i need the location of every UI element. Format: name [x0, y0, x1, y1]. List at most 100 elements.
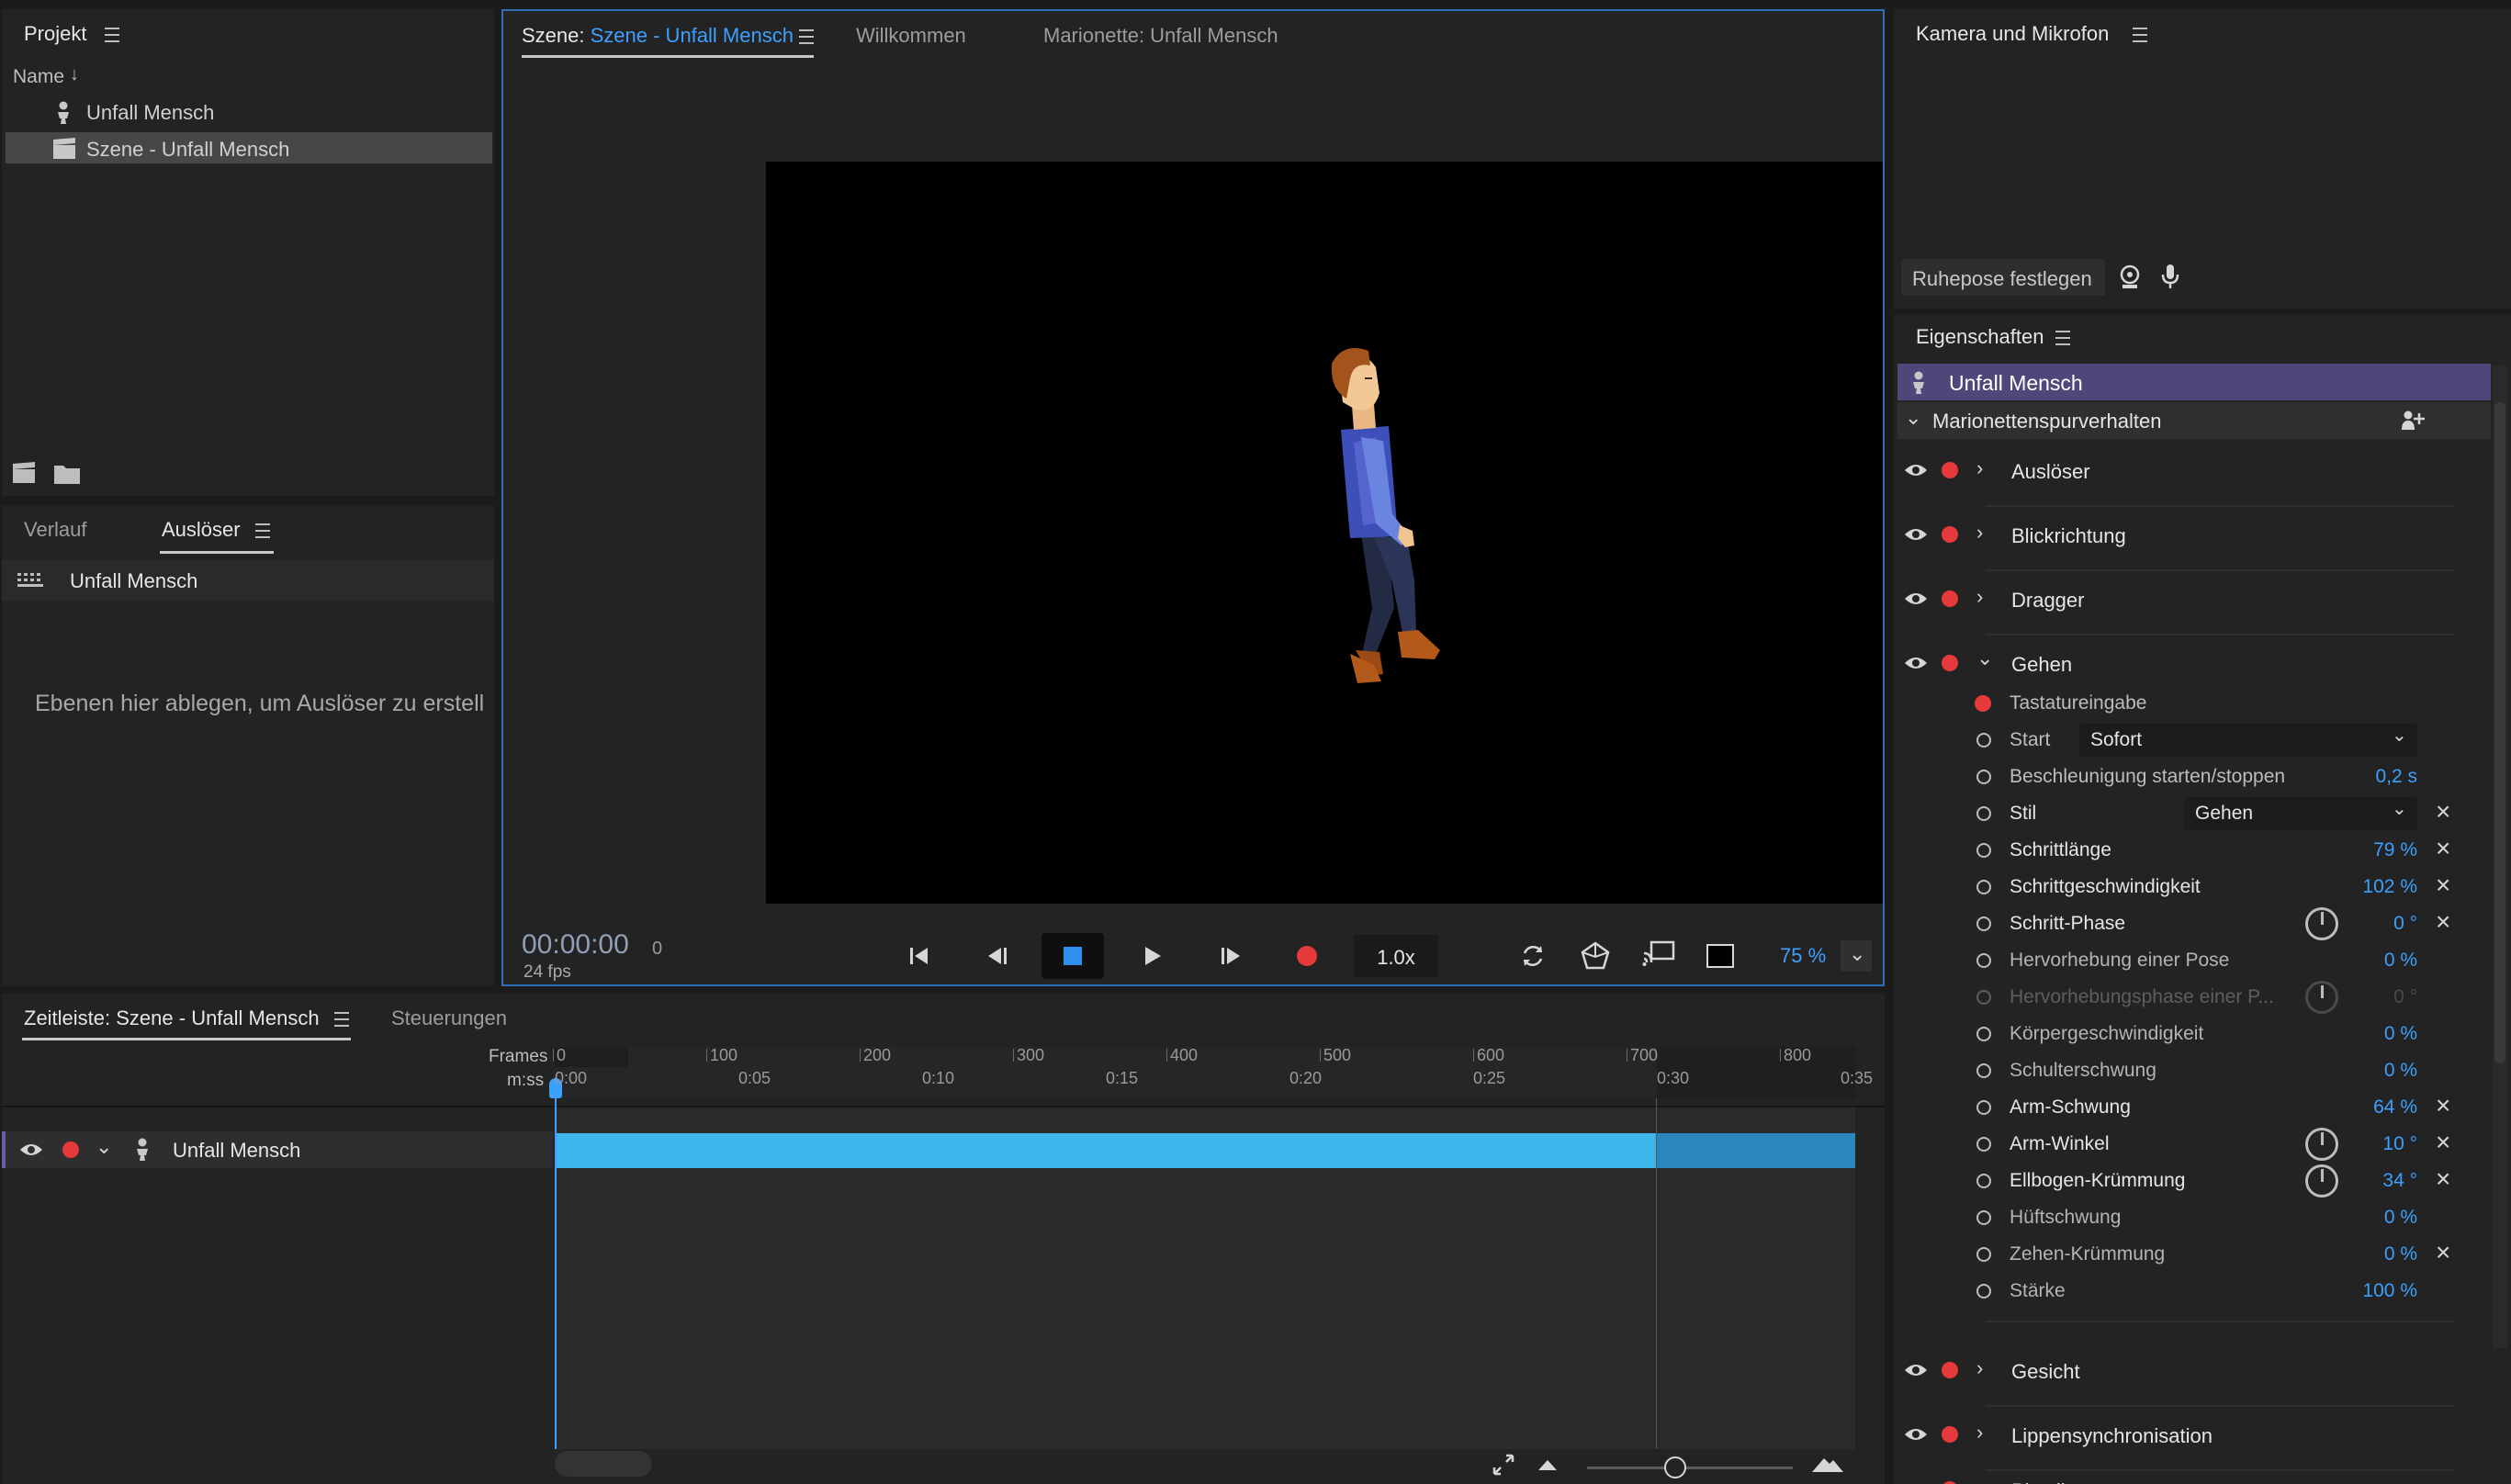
scene-menu-icon[interactable] — [799, 29, 814, 44]
param-row[interactable]: Körpergeschwindigkeit 0 % — [1894, 1017, 2491, 1051]
remove-override-icon[interactable]: × — [2436, 1240, 2450, 1265]
name-column-header[interactable]: Name — [13, 66, 64, 88]
new-folder-icon[interactable] — [53, 463, 81, 485]
param-record-circle[interactable] — [1976, 1063, 1991, 1078]
fit-timeline-icon[interactable] — [1492, 1453, 1515, 1477]
tab-timeline[interactable]: Zeitleiste: Szene - Unfall Mensch — [24, 1006, 320, 1030]
remove-override-icon[interactable]: × — [2436, 872, 2450, 898]
param-row[interactable]: Hervorhebung einer Pose 0 % — [1894, 944, 2491, 977]
chevron-right-icon[interactable]: › — [1976, 1421, 1983, 1445]
param-row[interactable]: Start Sofort ⌄ — [1894, 724, 2491, 757]
param-value[interactable]: 0 ° — [2325, 913, 2417, 935]
param-value[interactable]: 100 % — [2325, 1280, 2417, 1302]
visibility-eye-icon[interactable] — [1903, 654, 1929, 672]
properties-title[interactable]: Eigenschaften — [1916, 325, 2044, 349]
go-to-start-icon[interactable] — [907, 944, 931, 968]
behavior-row[interactable]: ⌄ Gehen — [1894, 645, 2491, 681]
loop-icon[interactable] — [1519, 942, 1547, 970]
style-dropdown[interactable]: Gehen ⌄ — [2184, 797, 2417, 830]
visibility-eye-icon[interactable] — [18, 1141, 44, 1159]
track-row[interactable]: ⌄ Unfall Mensch — [2, 1131, 553, 1168]
remove-override-icon[interactable]: × — [2436, 799, 2450, 825]
param-record-circle[interactable] — [1976, 733, 1991, 748]
param-value[interactable]: 0,2 s — [2325, 766, 2417, 788]
param-value[interactable]: 0 % — [2325, 1207, 2417, 1229]
chevron-right-icon[interactable]: › — [1976, 585, 1983, 609]
visibility-eye-icon[interactable] — [1903, 525, 1929, 544]
tab-triggers[interactable]: Auslöser — [162, 518, 241, 542]
webcam-icon[interactable] — [2118, 264, 2142, 290]
sort-arrow-icon[interactable]: ↓ — [70, 64, 79, 85]
param-value[interactable]: 0 % — [2325, 950, 2417, 972]
record-arm-dot[interactable] — [1942, 655, 1958, 671]
visibility-eye-icon[interactable] — [1903, 1361, 1929, 1379]
visibility-eye-icon[interactable] — [1903, 461, 1929, 479]
param-row[interactable]: Zehen-Krümmung 0 % × — [1894, 1238, 2491, 1271]
project-item-scene[interactable]: Szene - Unfall Mensch — [6, 132, 492, 163]
param-record-circle[interactable] — [1976, 1284, 1991, 1298]
behavior-row[interactable]: › Auslöser — [1894, 452, 2491, 489]
param-row[interactable]: Tastatureingabe — [1894, 687, 2491, 720]
param-value[interactable]: 0 % — [2325, 1060, 2417, 1082]
triggers-menu-icon[interactable] — [255, 523, 270, 538]
param-record-circle[interactable] — [1976, 806, 1991, 821]
record-arm-dot[interactable] — [1942, 590, 1958, 607]
param-record-circle[interactable] — [1976, 1100, 1991, 1115]
param-row[interactable]: Schrittgeschwindigkeit 102 % × — [1894, 871, 2491, 904]
remove-override-icon[interactable]: × — [2436, 1166, 2450, 1192]
param-row[interactable]: Schritt-Phase 0 ° × — [1894, 907, 2491, 940]
timeline-zoom-thumb[interactable] — [1664, 1456, 1686, 1478]
tab-puppet[interactable]: Marionette: Unfall Mensch — [1043, 24, 1278, 48]
walking-character[interactable] — [1297, 342, 1462, 692]
param-row[interactable]: Hervorhebungsphase einer P... 0 ° — [1894, 981, 2491, 1014]
record-arm-dot[interactable] — [1942, 462, 1958, 478]
param-row[interactable]: Stärke 100 % — [1894, 1275, 2491, 1308]
camera-menu-icon[interactable] — [2133, 28, 2147, 42]
param-value[interactable]: 0 ° — [2325, 986, 2417, 1008]
param-record-circle[interactable] — [1976, 880, 1991, 894]
step-back-icon[interactable] — [986, 944, 1010, 968]
param-row[interactable]: Arm-Winkel 10 ° × — [1894, 1128, 2491, 1161]
remove-override-icon[interactable]: × — [2436, 909, 2450, 935]
param-row[interactable]: Ellbogen-Krümmung 34 ° × — [1894, 1164, 2491, 1197]
project-item-puppet[interactable]: Unfall Mensch — [6, 96, 492, 127]
timeline-menu-icon[interactable] — [334, 1012, 349, 1027]
param-row[interactable]: Schrittlänge 79 % × — [1894, 834, 2491, 867]
timecode-display[interactable]: 00:00:00 — [522, 929, 629, 961]
behavior-row[interactable]: › Gesicht — [1894, 1352, 2491, 1388]
param-record-circle[interactable] — [1976, 1027, 1991, 1041]
physics-shape-icon[interactable] — [1580, 940, 1611, 972]
new-scene-icon[interactable] — [11, 461, 37, 485]
zoom-dropdown[interactable]: ⌄ — [1841, 940, 1872, 972]
zoom-out-mountain-icon[interactable] — [1537, 1456, 1558, 1471]
add-behavior-icon[interactable] — [2399, 410, 2427, 432]
project-menu-icon[interactable] — [105, 28, 119, 42]
param-record-circle[interactable] — [1976, 1137, 1991, 1152]
section-header[interactable]: ⌄ Marionettenspurverhalten — [1897, 402, 2491, 439]
track-bar[interactable] — [555, 1133, 1657, 1168]
param-record-circle[interactable] — [1976, 916, 1991, 931]
record-arm-dot[interactable] — [1942, 1362, 1958, 1378]
param-record-circle[interactable] — [1976, 1174, 1991, 1188]
chevron-right-icon[interactable]: › — [1976, 1476, 1983, 1484]
param-value[interactable]: 79 % — [2325, 839, 2417, 861]
param-record-circle[interactable] — [1976, 770, 1991, 784]
speed-button[interactable]: 1.0x — [1354, 935, 1438, 977]
param-value[interactable]: 0 % — [2325, 1023, 2417, 1045]
zoom-in-mountain-icon[interactable] — [1811, 1453, 1844, 1473]
remove-override-icon[interactable]: × — [2436, 1130, 2450, 1155]
param-value[interactable]: 64 % — [2325, 1096, 2417, 1119]
visibility-eye-icon[interactable] — [1903, 1425, 1929, 1444]
remove-override-icon[interactable]: × — [2436, 836, 2450, 861]
tab-history[interactable]: Verlauf — [24, 518, 87, 542]
properties-scroll-thumb[interactable] — [2494, 402, 2505, 1063]
tab-welcome[interactable]: Willkommen — [856, 24, 966, 48]
microphone-icon[interactable] — [2160, 263, 2180, 290]
properties-menu-icon[interactable] — [2055, 331, 2070, 345]
chevron-down-icon[interactable]: ⌄ — [96, 1135, 112, 1159]
properties-scrollbar[interactable] — [2493, 365, 2507, 1348]
rest-pose-button[interactable]: Ruhepose festlegen — [1901, 259, 2105, 296]
param-row[interactable]: Hüftschwung 0 % — [1894, 1201, 2491, 1234]
param-value[interactable]: 0 % — [2325, 1243, 2417, 1265]
param-value[interactable]: 34 ° — [2325, 1170, 2417, 1192]
